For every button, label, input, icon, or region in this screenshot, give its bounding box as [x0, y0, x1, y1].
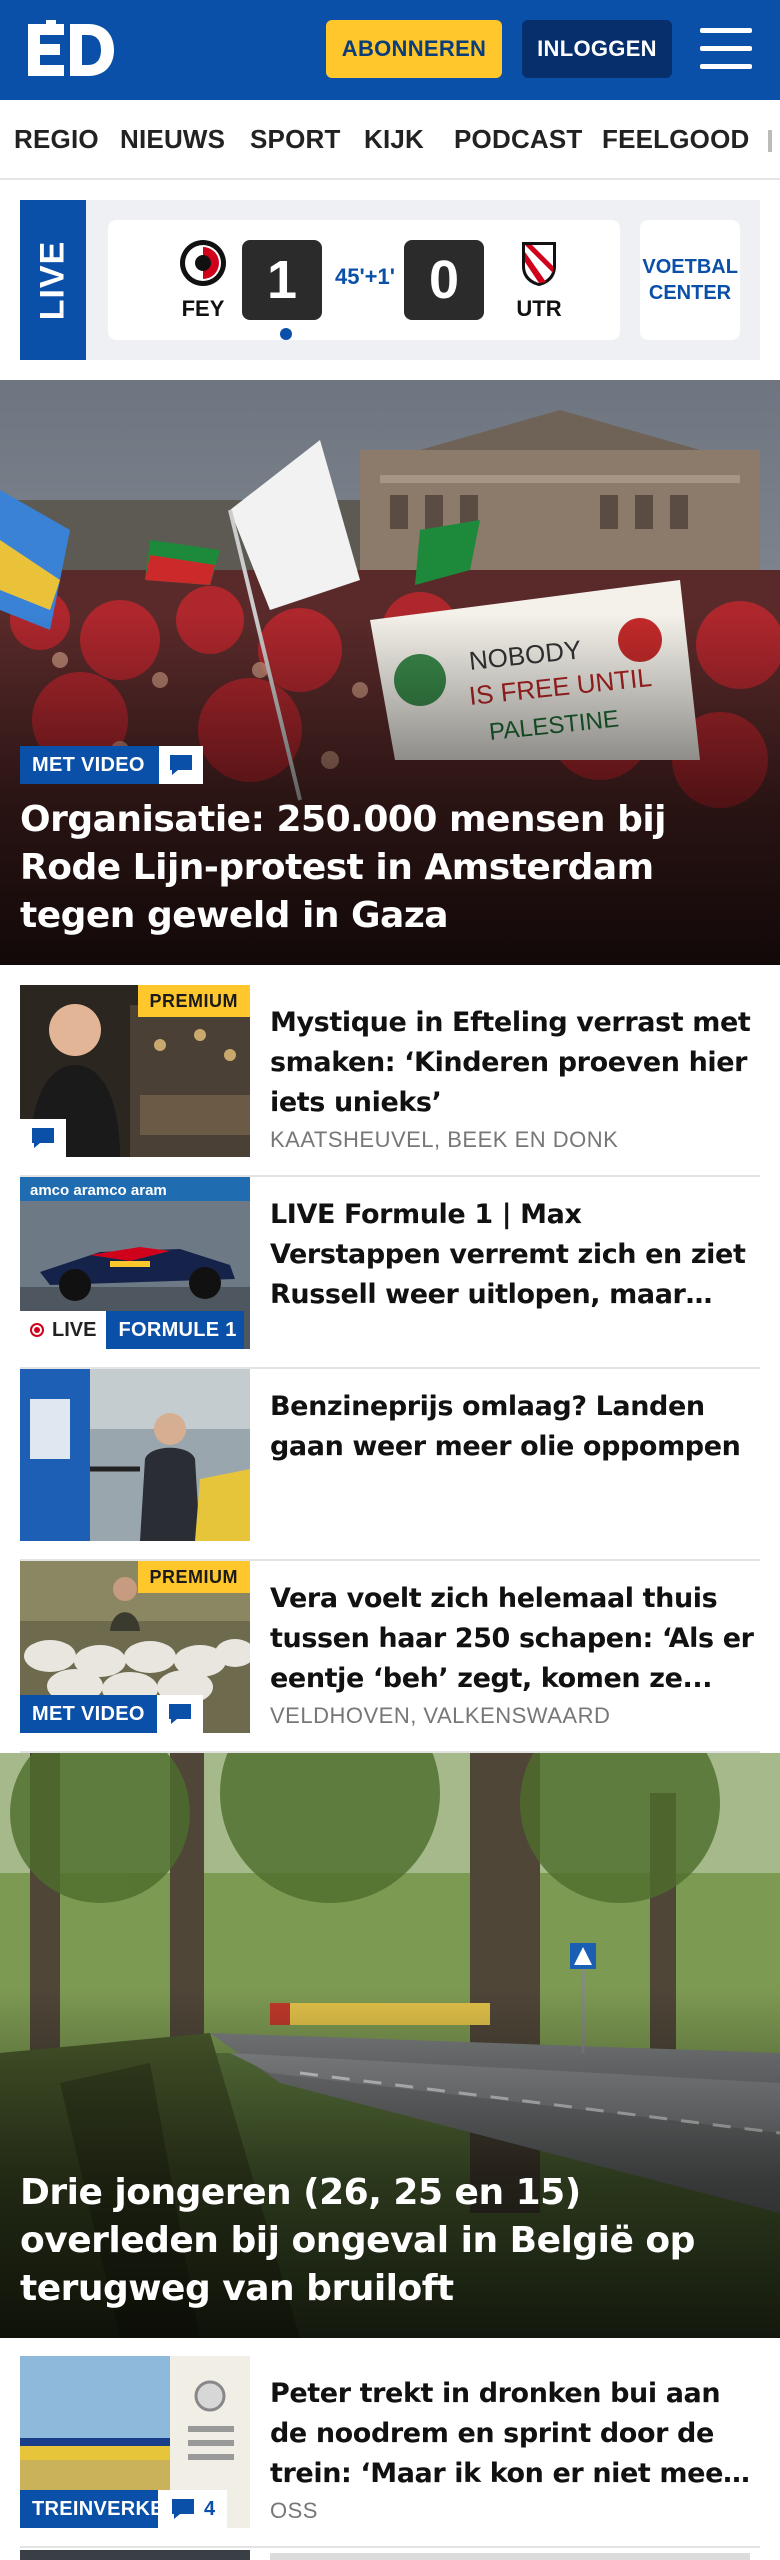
svg-text:amco aramco aram: amco aramco aram — [30, 1182, 167, 1199]
away-score: 0 — [404, 240, 484, 320]
article-title[interactable]: LIVE Formule 1 | Max Verstappen verremt … — [270, 1195, 760, 1315]
voetbal-center-link[interactable]: VOETBAL CENTER — [640, 220, 740, 340]
article-thumbnail: PREMIUM MET VIDEO — [20, 1561, 250, 1733]
live-panel: LIVE FEY 1 45'+1' 0 UTR VOETBAL CENTER — [20, 200, 760, 360]
section-badge[interactable]: TREINVERKEER — [20, 2490, 158, 2528]
comment-icon[interactable] — [156, 1695, 203, 1733]
article-item-schapen[interactable]: PREMIUM MET VIDEO Vera voelt zich helema… — [20, 1561, 760, 1753]
article-title[interactable]: Mystique in Efteling verrast met smaken:… — [270, 1003, 760, 1123]
article-location: OSS — [270, 2498, 318, 2523]
utrecht-crest-icon — [522, 242, 556, 286]
nav-item-feelgood[interactable]: FEELGOOD — [602, 124, 750, 155]
live-dot-icon — [30, 1323, 44, 1337]
article-location: KAATSHEUVEL, BEEK EN DONK — [270, 1127, 619, 1152]
away-team-code: UTR — [516, 296, 562, 321]
thumb-badges: LIVE FORMULE 1 — [20, 1311, 245, 1349]
match-time: 45'+1' — [334, 264, 396, 289]
site-header: ABONNEREN INLOGGEN — [0, 0, 780, 100]
premium-badge: PREMIUM — [137, 1561, 250, 1593]
video-badge: MET VIDEO — [20, 1695, 157, 1733]
article-thumbnail: TREINVERKEER 4 — [20, 2356, 250, 2528]
ed-logo[interactable] — [26, 20, 116, 80]
login-button[interactable]: INLOGGEN — [522, 20, 672, 78]
subscribe-button[interactable]: ABONNEREN — [326, 20, 502, 78]
home-indicator-dot — [280, 328, 292, 340]
comment-icon[interactable] — [156, 746, 203, 784]
feyenoord-crest-icon — [180, 240, 226, 286]
article-item-benzine[interactable]: Benzineprijs omlaag? Landen gaan weer me… — [20, 1369, 760, 1561]
article-item-efteling[interactable]: PREMIUM Mystique in Efteling verrast met… — [20, 985, 760, 1177]
hero-title[interactable]: Organisatie: 250.000 mensen bij Rode Lij… — [20, 796, 760, 940]
video-badge: MET VIDEO — [20, 746, 203, 784]
article-thumbnail — [20, 1369, 250, 1541]
next-article-title-peek — [270, 2553, 750, 2560]
nav-item-sport[interactable]: SPORT — [250, 124, 341, 155]
comment-icon — [170, 2497, 196, 2521]
comment-count-value: 4 — [204, 2497, 216, 2520]
thumb-badges: MET VIDEO — [20, 1695, 203, 1733]
gas-station-photo — [20, 1369, 250, 1541]
hero-article-ongeval[interactable]: Drie jongeren (26, 25 en 15) overleden b… — [0, 1753, 780, 2338]
live-badge-label: LIVE — [52, 1318, 97, 1341]
article-thumbnail: PREMIUM — [20, 985, 250, 1157]
comment-icon[interactable] — [20, 1119, 66, 1157]
hamburger-menu-icon[interactable] — [700, 26, 752, 72]
nav-item-podcast[interactable]: PODCAST — [454, 124, 583, 155]
nav-item-kijk[interactable]: KIJK — [364, 124, 424, 155]
comment-count[interactable]: 4 — [158, 2490, 228, 2528]
thumb-badges: TREINVERKEER 4 — [20, 2490, 228, 2528]
home-score: 1 — [242, 240, 322, 320]
thumb-badges — [20, 1119, 66, 1157]
article-thumbnail: amco aramco aram LIVE FORMULE 1 — [20, 1177, 250, 1349]
hero-article-protest[interactable]: NOBODY IS FREE UNTIL PALESTINE MET VIDEO… — [0, 380, 780, 965]
next-article-thumbnail-peek — [20, 2550, 250, 2560]
premium-badge: PREMIUM — [137, 985, 250, 1017]
section-nav: REGIO NIEUWS SPORT KIJK PODCAST FEELGOOD — [0, 100, 780, 180]
article-item-noodrem[interactable]: TREINVERKEER 4 Peter trekt in dronken bu… — [20, 2356, 760, 2548]
nav-item-nieuws[interactable]: NIEUWS — [120, 124, 225, 155]
video-badge-label: MET VIDEO — [20, 746, 157, 784]
hero-title[interactable]: Drie jongeren (26, 25 en 15) overleden b… — [20, 2169, 760, 2313]
live-tag: LIVE — [20, 200, 86, 360]
match-score-card[interactable]: FEY 1 45'+1' 0 UTR — [108, 220, 620, 340]
nav-overflow-indicator — [768, 130, 772, 152]
article-title[interactable]: Vera voelt zich helemaal thuis tussen ha… — [270, 1579, 760, 1699]
nav-item-regio[interactable]: REGIO — [14, 124, 99, 155]
live-score-bar: LIVE FEY 1 45'+1' 0 UTR VOETBAL CENTER — [0, 180, 780, 380]
live-tag-label: LIVE — [33, 240, 72, 320]
article-item-formule1[interactable]: amco aramco aram LIVE FORMULE 1 LIVE For… — [20, 1177, 760, 1369]
article-location: VELDHOVEN, VALKENSWAARD — [270, 1703, 611, 1728]
live-badge: LIVE — [20, 1311, 107, 1349]
section-badge[interactable]: FORMULE 1 — [106, 1311, 245, 1349]
article-title[interactable]: Benzineprijs omlaag? Landen gaan weer me… — [270, 1387, 760, 1467]
home-team-code: FEY — [181, 296, 225, 321]
article-title[interactable]: Peter trekt in dronken bui aan de noodre… — [270, 2374, 760, 2494]
